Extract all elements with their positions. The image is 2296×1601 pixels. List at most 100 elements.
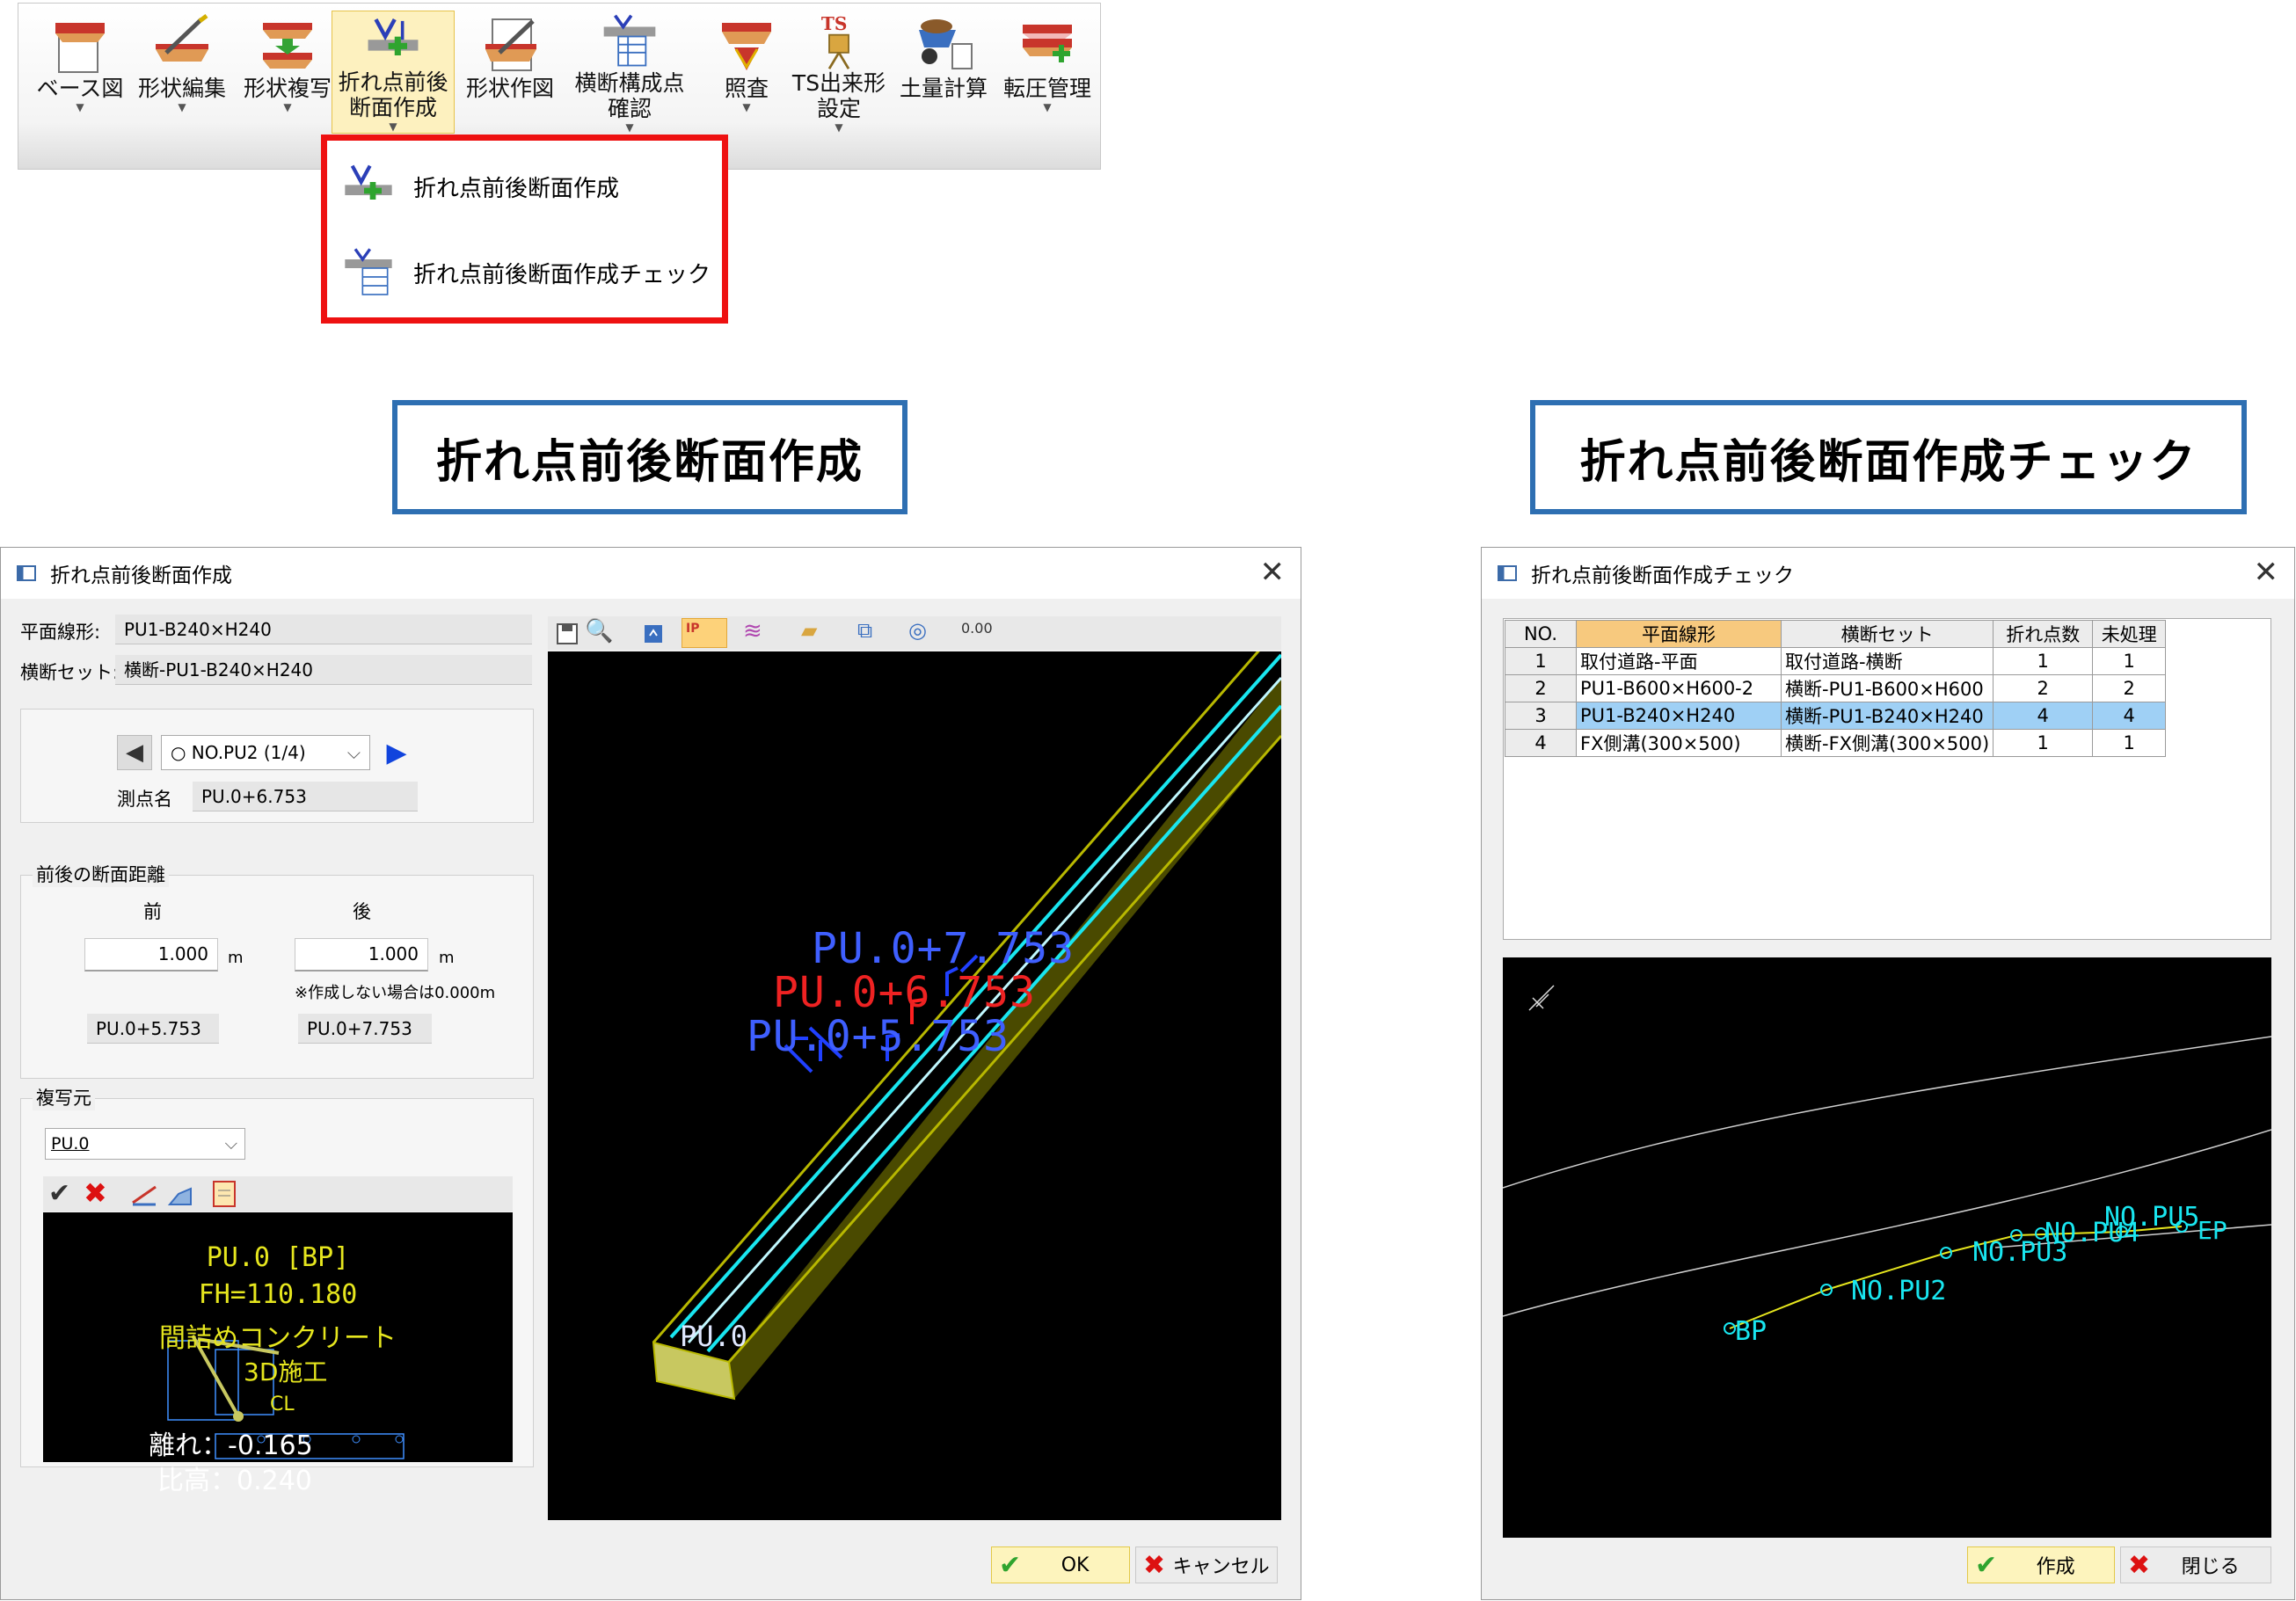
menu-item-break-point-section[interactable]: 折れ点前後断面作成 (338, 151, 619, 222)
map-label-ep: EP (2198, 1216, 2227, 1245)
road-3d-drawing (652, 651, 1281, 1401)
close-icon[interactable]: ✕ (2254, 557, 2279, 588)
column-header-no[interactable]: NO. (1505, 620, 1577, 648)
ribbon-shape-edit-button[interactable]: 形状編集 ▼ (129, 11, 235, 134)
section-line-icon[interactable] (131, 1182, 157, 1206)
caption-break-point-section-check: 折れ点前後断面作成チェック (1530, 400, 2247, 514)
3d-view-canvas[interactable]: PU.0+7.753 PU.0+6.753 PU.0+5.753 PU.0 (548, 651, 1281, 1520)
column-header-points[interactable]: 折れ点数 (1993, 620, 2094, 648)
menu-item-break-point-section-check[interactable]: 折れ点前後断面作成チェック (338, 237, 711, 308)
decimal-format-icon[interactable]: 0.00 (961, 620, 993, 637)
shape-draw-icon (485, 18, 536, 71)
distance-group (20, 875, 534, 1079)
cross-set-label: 横断セット: (20, 662, 120, 683)
ribbon-shape-copy-button[interactable]: 形状複写 ▼ (235, 11, 340, 134)
cancel-button[interactable]: ✖ キャンセル (1135, 1546, 1278, 1583)
cross-set-field: 横断-PU1-B240×H240 (115, 655, 532, 685)
break-point-section-icon (368, 18, 419, 55)
chevron-down-icon: ▼ (178, 101, 186, 113)
plan-alignment-label: 平面線形: (20, 622, 101, 643)
compaction-icon (1023, 25, 1072, 62)
ribbon-ts-setting-button[interactable]: TS TS出来形 設定 ▼ (782, 11, 896, 134)
check-icon: ✔ (999, 1549, 1022, 1581)
arrow-left-icon: ◀ (126, 739, 143, 766)
copy-preview-canvas[interactable]: PU.0 [BP] FH=110.180 間詰めコンクリート 3D施工 CL 離… (43, 1212, 513, 1496)
break-point-check-icon (345, 248, 392, 295)
zoom-icon[interactable]: 🔍 (585, 618, 613, 644)
shape-edit-icon (156, 14, 208, 62)
table-row[interactable]: 4 FX側溝(300×500) 横断-FX側溝(300×500) 1 1 (1505, 729, 2167, 757)
inspect-icon (722, 23, 771, 70)
window-icon (17, 565, 36, 581)
window-icon (1498, 565, 1517, 581)
next-station-button[interactable]: ▶ (379, 735, 414, 770)
preview-cl-text: CL (270, 1394, 295, 1415)
ok-button[interactable]: ✔ OK (991, 1546, 1130, 1583)
ribbon-compaction-button[interactable]: 転圧管理 ▼ (996, 11, 1098, 134)
check-icon: ✔ (1975, 1549, 1998, 1581)
section-shape-icon[interactable] (166, 1182, 193, 1206)
plan-view-canvas[interactable]: BP NO.PU2 NO.PU3 NO.PU4 NO.PU5 EP (1503, 957, 2271, 1538)
front-label: 前 (143, 901, 162, 922)
preview-station-text: PU.0 [BP] (206, 1242, 350, 1273)
preview-fh-text: FH=110.180 (198, 1279, 358, 1310)
break-point-check-dialog: 折れ点前後断面作成チェック ✕ NO. 平面線形 横断セット 折れ点数 未処理 … (1481, 547, 2295, 1600)
ribbon-cross-section-check-button[interactable]: 横断構成点 確認 ▼ (565, 11, 694, 134)
globe-icon[interactable]: ◎ (908, 618, 927, 643)
dialog-title: 折れ点前後断面作成 (50, 564, 232, 587)
check-icon[interactable]: ✔ (48, 1178, 70, 1209)
preview-height-text: 比高：0.240 (157, 1466, 312, 1496)
save-image-icon[interactable] (555, 622, 579, 646)
ribbon-earthwork-button[interactable]: 土量計算 (889, 11, 998, 134)
reset-view-icon[interactable] (641, 622, 666, 646)
station-select[interactable]: ○ NO.PU2 (1/4) ⌵ (161, 735, 370, 770)
copy-preview-toolbar: ✔ ✖ (43, 1176, 513, 1212)
station-label-front: PU.0+5.753 (747, 1012, 1010, 1061)
wheelbarrow-icon (919, 19, 973, 69)
preview-offset-text: 離れ：-0.165 (149, 1430, 313, 1461)
dialog-title: 折れ点前後断面作成チェック (1531, 564, 1794, 587)
alignment-table: NO. 平面線形 横断セット 折れ点数 未処理 1 取付道路-平面 取付道路-横… (1505, 620, 2167, 757)
prev-station-button[interactable]: ◀ (117, 735, 152, 770)
caption-break-point-section: 折れ点前後断面作成 (392, 400, 907, 514)
back-distance-input[interactable]: 1.000 (295, 938, 428, 972)
plan-view-drawing (1503, 985, 2271, 1335)
station-label-start: PU.0 (680, 1320, 748, 1353)
wave-line-icon[interactable]: ≋ (743, 618, 762, 644)
ribbon-shape-draw-button[interactable]: 形状作図 (455, 11, 565, 134)
ribbon-base-map-button[interactable]: ベース図 ▼ (31, 11, 129, 134)
base-map-icon (55, 23, 105, 73)
dialog-title-bar: 折れ点前後断面作成チェック ✕ (1482, 548, 2294, 599)
document-icon[interactable] (210, 1180, 238, 1208)
column-header-cross[interactable]: 横断セット (1780, 620, 1994, 648)
copy-source-select[interactable]: PU.0 ⌵ (45, 1128, 245, 1160)
column-header-plan[interactable]: 平面線形 (1576, 620, 1782, 648)
close-icon: ✖ (1143, 1549, 1166, 1581)
table-row[interactable]: 2 PU1-B600×H600-2 横断-PU1-B600×H600 2 2 (1505, 674, 2167, 702)
map-label-bp: BP (1735, 1316, 1768, 1347)
chevron-down-icon: ⌵ (224, 1134, 237, 1153)
close-icon[interactable]: ✕ (1260, 557, 1286, 588)
create-button[interactable]: ✔ 作成 (1967, 1546, 2115, 1583)
table-row-selected[interactable]: 3 PU1-B240×H240 横断-PU1-B240×H240 4 4 (1505, 702, 2167, 730)
chevron-down-icon: ▼ (389, 120, 397, 133)
front-distance-input[interactable]: 1.000 (84, 938, 218, 972)
back-label: 後 (353, 901, 371, 922)
total-station-icon: TS (821, 13, 850, 69)
map-label-pu5: NO.PU5 (2104, 1202, 2200, 1233)
delete-icon[interactable]: ✖ (84, 1176, 107, 1210)
close-button[interactable]: ✖ 閉じる (2120, 1546, 2271, 1583)
ip-display-button[interactable]: IP (682, 618, 727, 648)
layer-icon[interactable]: ⧉ (857, 618, 872, 643)
station-label-back: PU.0+7.753 (812, 924, 1075, 973)
ribbon-break-point-section-button[interactable]: 折れ点前後 断面作成 ▼ (332, 11, 455, 134)
box-icon[interactable]: ▰ (801, 618, 817, 643)
plan-alignment-field: PU1-B240×H240 (115, 615, 532, 644)
table-row[interactable]: 1 取付道路-平面 取付道路-横断 1 1 (1505, 647, 2167, 675)
front-unit-label: m (228, 949, 244, 967)
break-point-section-icon (345, 164, 392, 200)
station-label-mid: PU.0+6.753 (773, 968, 1036, 1017)
column-header-pending[interactable]: 未処理 (2092, 620, 2167, 648)
close-icon: ✖ (2128, 1549, 2151, 1581)
ip-icon: IP (686, 622, 700, 636)
